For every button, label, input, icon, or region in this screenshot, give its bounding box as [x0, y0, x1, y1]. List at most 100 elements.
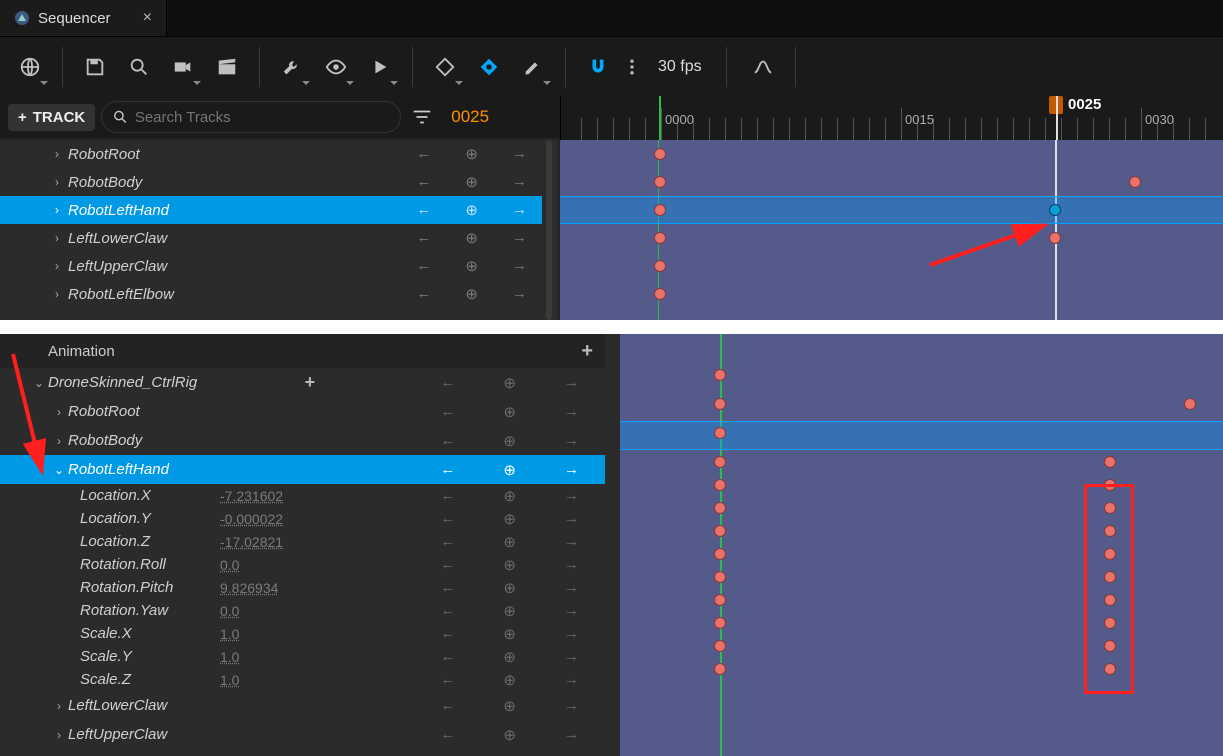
add-key-button[interactable]: ⊕	[503, 374, 516, 392]
prev-key-button[interactable]: ←	[440, 579, 455, 597]
prev-key-button[interactable]: ←	[416, 145, 431, 163]
expand-chevron-icon[interactable]: ›	[50, 231, 64, 245]
world-icon[interactable]	[10, 47, 50, 87]
snap-magnet-icon[interactable]	[578, 47, 618, 87]
add-key-button[interactable]: ⊕	[465, 285, 478, 303]
search-tracks[interactable]	[101, 101, 401, 133]
timeline-row[interactable]	[620, 421, 1223, 450]
prev-key-button[interactable]: ←	[440, 602, 455, 620]
add-key-button[interactable]: ⊕	[465, 173, 478, 191]
prev-key-button[interactable]: ←	[440, 510, 455, 528]
current-frame[interactable]: 0025	[451, 107, 489, 127]
next-key-button[interactable]: →	[564, 374, 579, 392]
prev-key-button[interactable]: ←	[440, 533, 455, 551]
keyframe[interactable]	[654, 260, 666, 272]
search-input[interactable]	[135, 109, 390, 126]
next-key-button[interactable]: →	[564, 625, 579, 643]
keyframe[interactable]	[714, 502, 726, 514]
timeline-row[interactable]	[620, 450, 1223, 473]
keyframe[interactable]	[1049, 232, 1061, 244]
filter-icon[interactable]	[411, 106, 433, 128]
add-key-button[interactable]: ⊕	[503, 510, 516, 528]
next-key-button[interactable]: →	[512, 201, 527, 219]
next-key-button[interactable]: →	[564, 432, 579, 450]
next-key-button[interactable]: →	[512, 173, 527, 191]
timeline-row[interactable]	[620, 496, 1223, 519]
timeline-ruler[interactable]: 0000001500300025	[560, 96, 1223, 140]
timeline-row[interactable]	[620, 392, 1223, 421]
add-key-button[interactable]: ⊕	[503, 461, 516, 479]
add-key-button[interactable]: ⊕	[503, 648, 516, 666]
add-key-button[interactable]: ⊕	[503, 487, 516, 505]
next-key-button[interactable]: →	[564, 461, 579, 479]
timeline-row[interactable]	[620, 565, 1223, 588]
property-row[interactable]: Location.Z-17.02821←⊕→	[0, 530, 605, 553]
keyframe[interactable]	[714, 398, 726, 410]
next-key-button[interactable]: →	[564, 403, 579, 421]
track-row[interactable]: ⌄DroneSkinned_CtrlRig+←⊕→	[0, 368, 605, 397]
add-key-button[interactable]: ⊕	[503, 602, 516, 620]
prev-key-button[interactable]: ←	[416, 173, 431, 191]
expand-chevron-icon[interactable]: ›	[50, 405, 68, 419]
property-value[interactable]: -7.231602	[220, 488, 310, 504]
add-key-button[interactable]: ⊕	[503, 625, 516, 643]
property-row[interactable]: Scale.X1.0←⊕→	[0, 622, 605, 645]
next-key-button[interactable]: →	[564, 510, 579, 528]
track-row[interactable]: ›LeftUpperClaw←⊕→	[0, 720, 605, 749]
next-key-button[interactable]: →	[564, 648, 579, 666]
track-row[interactable]: ›RobotLeftElbow←⊕→	[0, 280, 545, 308]
property-value[interactable]: 1.0	[220, 626, 310, 642]
snap-options-icon[interactable]	[622, 47, 642, 87]
next-key-button[interactable]: →	[512, 145, 527, 163]
add-key-button[interactable]: ⊕	[503, 533, 516, 551]
keyframe[interactable]	[654, 148, 666, 160]
tab-sequencer[interactable]: Sequencer ×	[0, 0, 167, 36]
next-key-button[interactable]: →	[564, 726, 579, 744]
add-key-button[interactable]: ⊕	[503, 432, 516, 450]
property-value[interactable]: 0.0	[220, 603, 310, 619]
keyframe[interactable]	[714, 479, 726, 491]
wrench-icon[interactable]	[272, 47, 312, 87]
expand-chevron-icon[interactable]: ⌄	[30, 376, 48, 390]
timeline-body-top[interactable]	[560, 140, 1223, 320]
timeline-row[interactable]	[620, 473, 1223, 496]
prev-key-button[interactable]: ←	[416, 285, 431, 303]
timeline-row[interactable]	[620, 519, 1223, 542]
keyframe[interactable]	[714, 663, 726, 675]
expand-chevron-icon[interactable]: ›	[50, 147, 64, 161]
track-row[interactable]: ›RobotBody←⊕→	[0, 426, 605, 455]
close-icon[interactable]: ×	[143, 9, 152, 27]
track-row[interactable]: ›LeftLowerClaw←⊕→	[0, 691, 605, 720]
expand-chevron-icon[interactable]: ›	[50, 699, 68, 713]
prev-key-button[interactable]: ←	[416, 257, 431, 275]
prev-key-button[interactable]: ←	[440, 726, 455, 744]
timeline-row[interactable]	[620, 334, 1223, 363]
timeline-row[interactable]	[620, 657, 1223, 686]
keyframe[interactable]	[1104, 663, 1116, 675]
keyframe[interactable]	[714, 456, 726, 468]
keyframe[interactable]	[1104, 479, 1116, 491]
save-icon[interactable]	[75, 47, 115, 87]
keyframe[interactable]	[1104, 594, 1116, 606]
keyframe[interactable]	[714, 427, 726, 439]
prev-key-button[interactable]: ←	[416, 201, 431, 219]
prev-key-button[interactable]: ←	[440, 432, 455, 450]
prev-key-button[interactable]: ←	[440, 556, 455, 574]
expand-chevron-icon[interactable]: ›	[50, 287, 64, 301]
add-track-button[interactable]: + TRACK	[8, 104, 95, 131]
timeline-row[interactable]	[620, 686, 1223, 715]
add-key-button[interactable]: ⊕	[465, 229, 478, 247]
keyframe-diamond-icon[interactable]	[425, 47, 465, 87]
keyframe[interactable]	[654, 232, 666, 244]
next-key-button[interactable]: →	[512, 285, 527, 303]
keyframe[interactable]	[654, 176, 666, 188]
keyframe[interactable]	[1049, 204, 1061, 216]
property-value[interactable]: 9.826934	[220, 580, 310, 596]
add-key-button[interactable]: ⊕	[465, 201, 478, 219]
timeline-row[interactable]	[620, 611, 1223, 634]
track-row[interactable]: ›RobotRoot←⊕→	[0, 397, 605, 426]
prev-key-button[interactable]: ←	[440, 487, 455, 505]
next-key-button[interactable]: →	[564, 602, 579, 620]
property-row[interactable]: Rotation.Pitch9.826934←⊕→	[0, 576, 605, 599]
property-row[interactable]: Rotation.Roll0.0←⊕→	[0, 553, 605, 576]
